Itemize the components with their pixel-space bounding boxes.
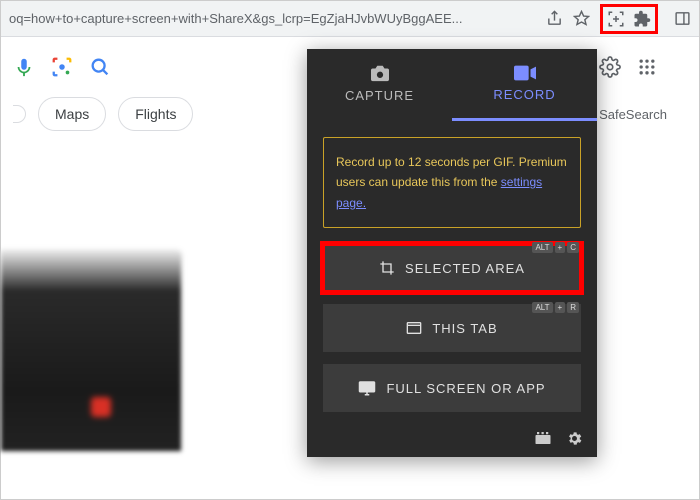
capture-extension-icon[interactable] [607,10,625,28]
tab-record-label: RECORD [493,87,555,102]
settings-gear-icon[interactable] [599,56,621,78]
key-plus: + [555,242,566,253]
extension-highlight-box [600,4,658,34]
camera-icon [369,64,391,82]
key-alt2: ALT [532,302,552,313]
tab-capture[interactable]: CAPTURE [307,49,452,121]
safesearch-label[interactable]: SafeSearch [599,107,687,122]
monitor-icon [358,380,376,396]
premium-hint-box: Record up to 12 seconds per GIF. Premium… [323,137,581,228]
full-screen-label: FULL SCREEN OR APP [386,381,545,396]
this-tab-label: THIS TAB [432,321,497,336]
tab-record[interactable]: RECORD [452,49,597,121]
panel-settings-icon[interactable] [566,430,583,447]
crop-icon [379,260,395,276]
key-r: R [567,302,579,313]
extension-panel: CAPTURE RECORD Record up to 12 seconds p… [307,49,597,457]
search-tools-left [13,56,111,78]
url-text: oq=how+to+capture+screen+with+ShareX&gs_… [9,11,536,26]
lens-icon[interactable] [51,56,73,78]
key-c: C [567,242,579,253]
share-icon[interactable] [546,10,563,27]
shortcut-this-tab: ALT + R [532,302,579,313]
search-icon[interactable] [89,56,111,78]
this-tab-row: ALT + R THIS TAB [323,304,581,352]
result-thumbnail [1,251,181,451]
full-screen-button[interactable]: FULL SCREEN OR APP [323,364,581,412]
chip-maps[interactable]: Maps [38,97,106,131]
tab-icon [406,321,422,335]
panel-tabs: CAPTURE RECORD [307,49,597,121]
extensions-puzzle-icon[interactable] [633,10,651,28]
chip-flights[interactable]: Flights [118,97,193,131]
star-icon[interactable] [573,10,590,27]
key-alt: ALT [532,242,552,253]
full-screen-row: FULL SCREEN OR APP [323,364,581,412]
panel-footer-icons [534,430,583,447]
shortcut-selected-area: ALT + C [532,242,579,253]
selected-area-label: SELECTED AREA [405,261,525,276]
apps-grid-icon[interactable] [637,57,657,77]
chip-partial[interactable] [13,105,26,123]
record-buttons: ALT + C SELECTED AREA ALT + R THI [307,244,597,412]
selected-area-row: ALT + C SELECTED AREA [323,244,581,292]
browser-url-bar: oq=how+to+capture+screen+with+ShareX&gs_… [1,1,699,37]
video-icon [514,65,536,81]
side-panel-icon[interactable] [674,10,691,27]
tab-capture-label: CAPTURE [345,88,414,103]
recordings-icon[interactable] [534,430,552,447]
voice-search-icon[interactable] [13,56,35,78]
key-plus2: + [555,302,566,313]
search-tools-right [599,56,657,78]
url-bar-icons [536,4,691,34]
